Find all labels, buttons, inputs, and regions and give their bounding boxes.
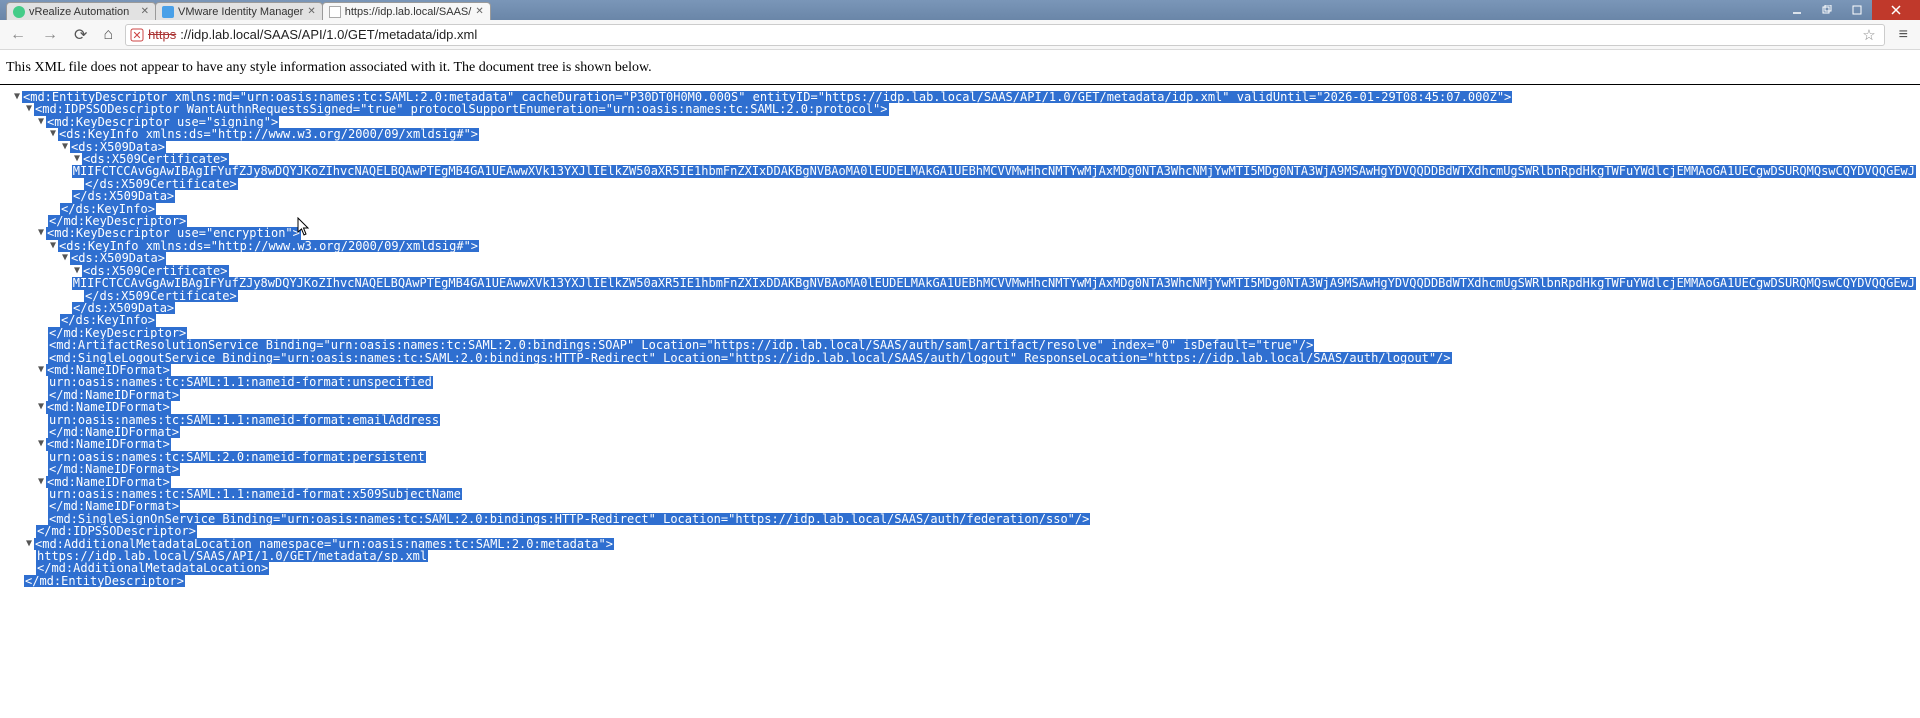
xml-node[interactable]: </md:AdditionalMetadataLocation>	[36, 562, 269, 574]
fold-toggle-icon[interactable]: ▼	[60, 252, 70, 264]
divider	[0, 84, 1920, 85]
xml-node[interactable]: <md:NameIDFormat>	[46, 438, 171, 450]
fold-toggle-icon[interactable]: ▼	[36, 116, 46, 128]
xml-text[interactable]: urn:oasis:names:tc:SAML:1.1:nameid-forma…	[48, 376, 433, 388]
xml-node[interactable]: <md:NameIDFormat>	[46, 401, 171, 413]
xml-node[interactable]: <md:ArtifactResolutionService Binding="u…	[48, 339, 1314, 351]
reload-button[interactable]: ⟳	[70, 25, 91, 45]
xml-node[interactable]: </md:IDPSSODescriptor>	[36, 525, 197, 537]
banner-text: This XML file does not appear to have an…	[6, 60, 652, 75]
browser-tab-1[interactable]: vRealize Automation ✕	[6, 2, 156, 20]
tab-title: VMware Identity Manager	[178, 6, 303, 18]
tab-close-icon[interactable]: ✕	[307, 6, 315, 17]
url-scheme-insecure: https	[148, 27, 176, 42]
xml-node[interactable]: </md:NameIDFormat>	[48, 500, 180, 512]
xml-no-style-banner: This XML file does not appear to have an…	[0, 50, 1920, 82]
favicon-icon	[162, 6, 174, 18]
xml-node[interactable]: </ds:X509Data>	[72, 190, 175, 202]
window-minimize-button[interactable]	[1782, 0, 1812, 20]
fold-toggle-icon[interactable]: ▼	[36, 476, 46, 488]
address-bar[interactable]: ✕ https ://idp.lab.local/SAAS/API/1.0/GET…	[125, 24, 1885, 46]
browser-tab-2[interactable]: VMware Identity Manager ✕	[155, 2, 323, 20]
xml-node[interactable]: <md:IDPSSODescriptor WantAuthnRequestsSi…	[34, 103, 889, 115]
xml-node[interactable]: <md:KeyDescriptor use="encryption">	[46, 227, 301, 239]
url-text: ://idp.lab.local/SAAS/API/1.0/GET/metada…	[180, 27, 477, 42]
fold-toggle-icon[interactable]: ▼	[36, 364, 46, 376]
xml-node[interactable]: </ds:KeyInfo>	[60, 314, 156, 326]
tab-close-icon[interactable]: ✕	[475, 6, 483, 17]
fold-toggle-icon[interactable]: ▼	[36, 401, 46, 413]
favicon-icon	[13, 6, 25, 18]
tab-title: vRealize Automation	[29, 6, 129, 18]
fold-toggle-icon[interactable]: ▼	[36, 227, 46, 239]
home-button[interactable]: ⌂	[99, 26, 117, 44]
insecure-warning-icon: ✕	[130, 28, 144, 42]
xml-node[interactable]: </md:EntityDescriptor>	[24, 575, 185, 587]
fold-toggle-icon[interactable]: ▼	[48, 240, 58, 252]
browser-toolbar: ← → ⟳ ⌂ ✕ https ://idp.lab.local/SAAS/API…	[0, 20, 1920, 50]
back-button[interactable]: ←	[6, 26, 30, 44]
xml-source-view[interactable]: ▼<md:EntityDescriptor xmlns:md="urn:oasi…	[0, 91, 1920, 587]
fold-toggle-icon[interactable]: ▼	[12, 91, 22, 103]
xml-node[interactable]: <ds:X509Data>	[70, 252, 166, 264]
xml-node[interactable]: <md:SingleLogoutService Binding="urn:oas…	[48, 352, 1452, 364]
fold-toggle-icon[interactable]: ▼	[48, 128, 58, 140]
tab-close-icon[interactable]: ✕	[141, 6, 149, 17]
chrome-menu-button[interactable]: ≡	[1893, 26, 1914, 44]
tab-strip: vRealize Automation ✕ VMware Identity Ma…	[6, 2, 490, 20]
browser-tab-3[interactable]: https://idp.lab.local/SAAS/ ✕	[322, 2, 491, 20]
bookmark-star-icon[interactable]: ☆	[1862, 26, 1879, 44]
fold-toggle-icon[interactable]: ▼	[36, 438, 46, 450]
fold-toggle-icon[interactable]: ▼	[24, 538, 34, 550]
window-restore-button[interactable]	[1812, 0, 1842, 20]
tab-title: https://idp.lab.local/SAAS/	[345, 6, 472, 18]
xml-node[interactable]: <md:SingleSignOnService Binding="urn:oas…	[48, 513, 1090, 525]
xml-node[interactable]: </md:NameIDFormat>	[48, 463, 180, 475]
forward-button[interactable]: →	[38, 26, 62, 44]
xml-text[interactable]: MIIFCTCCAvGgAwIBAgIFYufZJy8wDQYJKoZIhvcN…	[72, 165, 1916, 177]
window-maximize-button[interactable]	[1842, 0, 1872, 20]
favicon-icon	[329, 6, 341, 18]
window-controls	[1782, 0, 1920, 20]
fold-toggle-icon[interactable]: ▼	[24, 103, 34, 115]
xml-text[interactable]: MIIFCTCCAvGgAwIBAgIFYufZJy8wDQYJKoZIhvcN…	[72, 277, 1916, 289]
window-titlebar: vRealize Automation ✕ VMware Identity Ma…	[0, 0, 1920, 20]
fold-toggle-icon[interactable]: ▼	[60, 141, 70, 153]
window-close-button[interactable]	[1872, 0, 1920, 20]
svg-text:✕: ✕	[132, 30, 141, 42]
xml-node[interactable]: <ds:KeyInfo xmlns:ds="http://www.w3.org/…	[58, 128, 479, 140]
